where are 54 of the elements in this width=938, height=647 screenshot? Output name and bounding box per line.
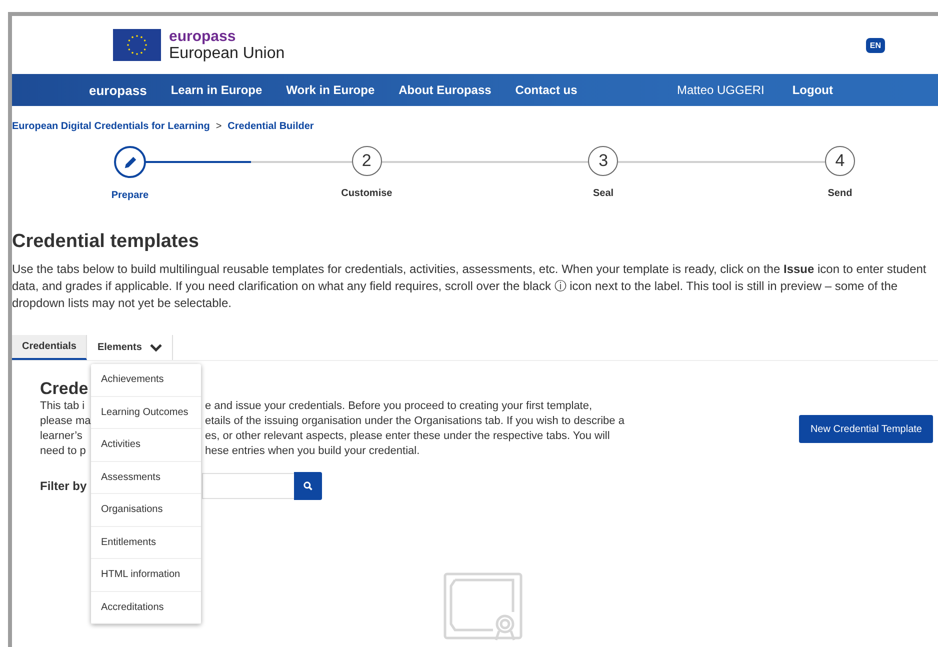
- new-template-button[interactable]: New Credential Template: [799, 415, 933, 443]
- text-fragment: etails of the issuing organisation under the Organisations tab. If you wish to describe a: [205, 414, 624, 429]
- text-fragment: learner’s: [40, 429, 84, 444]
- tab[interactable]: Credentials: [12, 335, 88, 360]
- nav-link[interactable]: About Europass: [398, 83, 492, 97]
- step-label: Customise: [341, 188, 392, 199]
- menu-item[interactable]: Achievements: [91, 364, 201, 396]
- step-number: 3: [598, 151, 608, 171]
- text-fragment: This tab i: [40, 399, 86, 414]
- menu-item[interactable]: Organisations: [91, 494, 201, 526]
- step-circle[interactable]: 4: [824, 146, 855, 176]
- step-label: Prepare: [111, 190, 149, 201]
- text-fragment: hese entries when you build your credential.: [205, 444, 420, 459]
- step-circle[interactable]: 3: [588, 146, 618, 176]
- filter-label: Filter by: [40, 479, 88, 493]
- certificate-icon: [443, 572, 523, 642]
- section-title: Crede: [40, 379, 88, 399]
- tab[interactable]: Elements: [87, 335, 173, 360]
- menu-item[interactable]: HTML information: [91, 559, 201, 592]
- nav-link[interactable]: Learn in Europe: [170, 83, 262, 97]
- search-icon: [303, 481, 313, 491]
- breadcrumb-separator: >: [216, 121, 222, 132]
- step-label: Seal: [593, 188, 614, 199]
- breadcrumb-link[interactable]: Credential Builder: [228, 121, 314, 132]
- menu-item[interactable]: Learning Outcomes: [91, 396, 201, 429]
- step-number: 2: [362, 151, 372, 171]
- menu-item[interactable]: Activities: [91, 429, 201, 462]
- step-circle[interactable]: 2: [352, 146, 382, 176]
- page-title: Credential templates: [12, 231, 200, 253]
- chevron-icon: [150, 344, 162, 352]
- step-label: Send: [828, 188, 852, 199]
- brand-name: europass: [169, 28, 237, 45]
- menu-item[interactable]: Assessments: [91, 462, 201, 494]
- text-fragment: es, or other relevant aspects, please enter these under the respective tabs. You will: [205, 429, 610, 444]
- breadcrumb-link[interactable]: European Digital Credentials for Learning: [12, 121, 210, 132]
- nav-link[interactable]: Contact us: [515, 83, 578, 97]
- search-button[interactable]: [294, 472, 322, 500]
- menu-item[interactable]: Accreditations: [91, 592, 201, 624]
- text-fragment: need to p: [40, 444, 87, 459]
- text-fragment: please ma: [40, 414, 92, 429]
- filter-input[interactable]: [202, 473, 294, 499]
- step-circle[interactable]: [114, 146, 146, 178]
- logout-link[interactable]: Logout: [792, 83, 833, 97]
- step-number: 4: [835, 151, 845, 171]
- language-button[interactable]: EN: [866, 38, 885, 52]
- pencil-icon: [122, 154, 138, 170]
- intro-text: Use the tabs below to build multilingual reusable templates for credentials, activities, assessments, etc. When your template is ready, click on the Issue icon to enter student data, and grades if applicable. If you need clarification on what any field requires, scroll over the black ⓘ icon next to the label. This tool is still in preview – some of the dropdown lists may not yet be selectable.: [12, 261, 928, 312]
- menu-item[interactable]: Entitlements: [91, 526, 201, 559]
- user-name[interactable]: Matteo UGGERI: [676, 83, 764, 97]
- eu-flag-icon: [113, 29, 161, 61]
- brand-subtitle: European Union: [169, 45, 285, 62]
- nav-link[interactable]: Work in Europe: [286, 83, 375, 97]
- text-fragment: e and issue your credentials. Before you proceed to creating your first template,: [205, 399, 592, 414]
- nav-link[interactable]: europass: [89, 82, 147, 98]
